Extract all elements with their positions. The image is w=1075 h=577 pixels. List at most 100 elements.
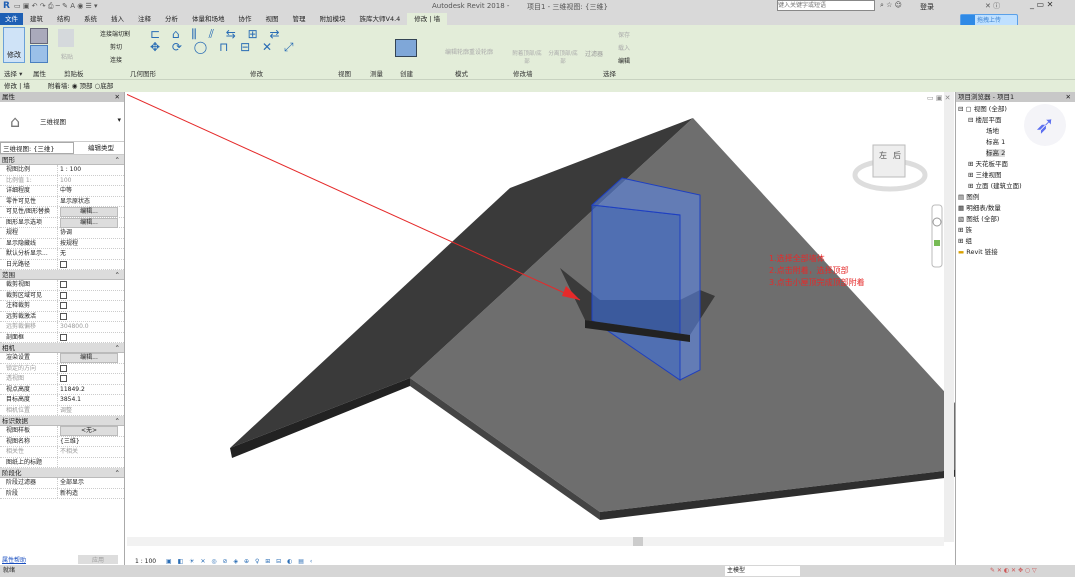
tab[interactable]: 分析 (158, 13, 185, 25)
property-value[interactable]: 3854.1 (58, 395, 124, 405)
detach-top-base-button[interactable]: 分离顶部/底部 (548, 29, 578, 67)
property-group-header[interactable]: 阶段化 ⌃ (0, 468, 124, 478)
property-value[interactable]: 无 (58, 249, 124, 259)
tree-item[interactable]: ▤ 图例 (958, 192, 1073, 203)
window-controls[interactable]: _ ▭ ✕ (1030, 0, 1053, 9)
property-group-header[interactable]: 相机 ⌃ (0, 343, 124, 353)
login-link[interactable]: 登录 (920, 2, 934, 12)
tab-modify-wall[interactable]: 修改 | 墙 (407, 13, 448, 25)
property-value[interactable]: 新构造 (58, 489, 124, 499)
collapse-icon[interactable]: ⌃ (115, 468, 120, 478)
revit-logo[interactable]: R (3, 1, 10, 11)
tree-item[interactable]: ⊞ 组 (958, 236, 1073, 247)
tree-item[interactable]: ⊞ 天花板平面 (958, 159, 1073, 170)
tab[interactable]: 建筑 (23, 13, 50, 25)
property-value[interactable]: 1 : 100 (58, 165, 124, 175)
collapse-icon[interactable]: ⌃ (115, 416, 120, 426)
apply-button[interactable]: 应用 (78, 555, 118, 564)
property-value[interactable]: 中等 (58, 186, 124, 196)
close-icon[interactable]: ✕ (115, 92, 120, 102)
tab[interactable]: 附加模块 (313, 13, 353, 25)
collapse-icon[interactable]: ⌃ (115, 343, 120, 353)
tab[interactable]: 视图 (259, 13, 286, 25)
property-checkbox[interactable] (58, 260, 124, 270)
tab[interactable]: 注释 (131, 13, 158, 25)
property-value[interactable]: 11849.2 (58, 385, 124, 395)
type-selector[interactable]: ⌂ 三维视图 ▾ (0, 102, 124, 142)
modify-tools-icons[interactable]: ⊏ ⌂ ⫼ ⫽ ⇆ ⊞ ⇄ ✥ ⟳ ◯ ⊓ ⊟ ✕ ⤢ (150, 28, 410, 66)
property-value[interactable]: {三维} (58, 437, 124, 447)
quick-access-toolbar[interactable]: ▭ ▣ ↶ ↷ ⎙ ─ ✎ A ◉ ☰ ▾ (14, 2, 98, 11)
close-icon[interactable]: ✕ (1066, 92, 1071, 102)
tab[interactable]: 管理 (286, 13, 313, 25)
cut-button[interactable]: 剪切 (110, 42, 122, 51)
tab[interactable]: 结构 (50, 13, 77, 25)
vertical-scrollbar[interactable] (944, 92, 954, 542)
property-checkbox[interactable] (58, 333, 124, 343)
attach-top-base-button[interactable]: 附着顶部/底部 (512, 29, 542, 67)
tree-item[interactable]: ⊞ 立面 (建筑立面) (958, 181, 1073, 192)
tab[interactable]: 插入 (104, 13, 131, 25)
save-selection-button[interactable]: 保存 (618, 30, 630, 39)
collapse-icon[interactable]: ⌃ (115, 270, 120, 280)
property-checkbox[interactable] (58, 374, 124, 384)
view-window-controls[interactable]: ▭ ▣ ✕ (927, 94, 951, 102)
join-button[interactable]: 连接 (110, 55, 122, 64)
property-edit-button[interactable]: 编辑... (60, 353, 118, 363)
help-icon[interactable]: ✕ ⓘ (985, 1, 1000, 11)
tree-item[interactable]: ⊞ 族 (958, 225, 1073, 236)
edit-type-button[interactable]: 编辑类型 (74, 142, 114, 154)
property-checkbox[interactable] (58, 364, 124, 374)
edit-profile-button[interactable]: 编辑轮廓 (445, 47, 469, 56)
tree-item[interactable]: ▧ 图纸 (全部) (958, 214, 1073, 225)
properties-help-link[interactable]: 属性帮助 (2, 555, 26, 564)
tab[interactable]: 体量和场地 (185, 13, 232, 25)
collapse-icon[interactable]: ⌃ (115, 155, 120, 165)
property-value[interactable]: 显示原状态 (58, 197, 124, 207)
tab[interactable]: 族库大师V4.4 (353, 13, 408, 25)
property-checkbox[interactable] (58, 280, 124, 290)
modify-button[interactable]: 修改 (3, 27, 25, 63)
cut-join-button[interactable]: 连接端切割 (100, 29, 130, 38)
property-checkbox[interactable] (58, 291, 124, 301)
property-group-header[interactable]: 标识数据 ⌃ (0, 416, 124, 426)
property-edit-button[interactable]: 编辑... (60, 217, 118, 228)
tab[interactable]: 协作 (232, 13, 259, 25)
tree-item[interactable]: ⊞ 三维视图 (958, 170, 1073, 181)
property-value[interactable]: 协调 (58, 228, 124, 238)
property-value[interactable]: 全部显示 (58, 478, 124, 488)
load-selection-button[interactable]: 载入 (618, 43, 630, 52)
panel-label[interactable]: 选择 ▾ (4, 68, 22, 78)
tab[interactable]: 系统 (77, 13, 104, 25)
navigation-bar[interactable] (931, 204, 943, 268)
reset-profile-button[interactable]: 重设轮廓 (469, 47, 493, 56)
horizontal-scrollbar[interactable] (127, 537, 944, 546)
edit-selection-button[interactable]: 编辑 (618, 56, 630, 65)
view-scale[interactable]: 1 : 100 (135, 558, 156, 565)
status-icons[interactable]: ✎ ✕ ◐ ✕ ✥ ○ ▽ (990, 565, 1037, 577)
3d-viewport[interactable]: 左 后 ▭ ▣ ✕ 1.选择全部墙体 2.点击附着，选择顶部 3.点击小屋顶完成… (127, 92, 955, 565)
filter-button[interactable]: 过滤器 (582, 29, 606, 67)
radio-top[interactable]: ◉ 顶部 (72, 82, 93, 90)
property-edit-button[interactable]: 编辑... (60, 207, 118, 217)
search-icons[interactable]: ⌕ ☆ ☺ (880, 1, 902, 10)
scroll-thumb[interactable] (633, 537, 643, 546)
tree-item[interactable]: ▬ Revit 链接 (958, 247, 1073, 258)
zoom-icon[interactable] (934, 240, 940, 246)
paste-icon[interactable] (58, 29, 74, 47)
radio-bottom[interactable]: ○底部 (95, 82, 114, 90)
property-group-header[interactable]: 图形 ⌃ (0, 155, 124, 165)
type-properties-icon[interactable] (30, 45, 48, 63)
create-similar-icon[interactable] (395, 39, 417, 57)
view-control-icons[interactable]: ▣ ◧ ☀ ✕ ◎ ⊘ ◈ ⊕ ♀ ⊞ ⊟ ◐ ▤ ‹ (166, 558, 314, 565)
tree-item[interactable]: 标高 2 (958, 148, 1073, 159)
property-value[interactable]: 按规程 (58, 239, 124, 249)
tree-item[interactable]: ▦ 明细表/数量 (958, 203, 1073, 214)
property-checkbox[interactable] (58, 301, 124, 311)
model-selector[interactable]: 主模型 (725, 566, 800, 576)
property-checkbox[interactable] (58, 312, 124, 322)
property-checkbox[interactable] (58, 458, 124, 468)
properties-icon[interactable] (30, 28, 48, 44)
file-tab[interactable]: 文件 (0, 13, 23, 25)
instance-selector[interactable]: 三维视图: {三维} (0, 142, 74, 154)
